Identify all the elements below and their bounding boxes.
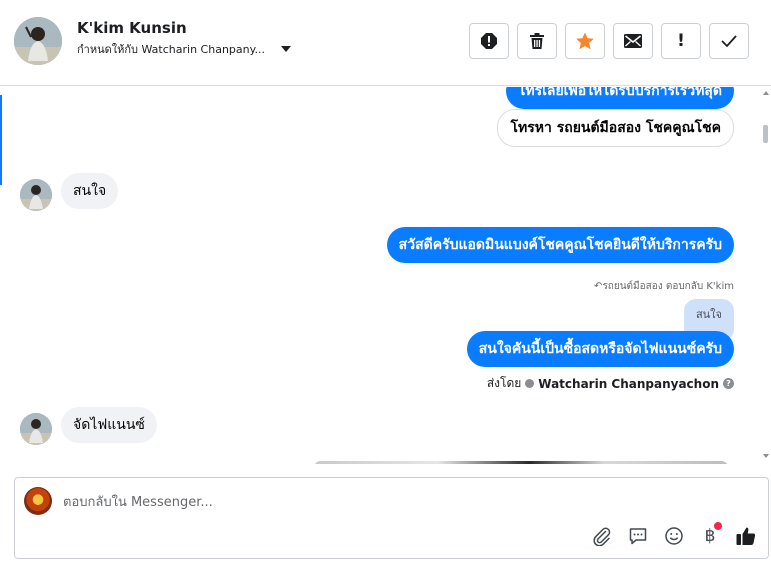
scroll-up-arrow-icon[interactable] — [763, 91, 769, 95]
like-icon — [736, 527, 756, 545]
trash-icon — [530, 33, 544, 49]
contact-name: K'kim Kunsin — [77, 19, 187, 37]
reply-context-text: รถยนต์มือสอง ตอบกลับ K'kim — [602, 281, 734, 292]
notification-dot — [714, 522, 722, 530]
payment-icon: ฿ — [704, 526, 716, 546]
image-attachment[interactable] — [313, 461, 729, 464]
attachment-icon — [593, 527, 611, 546]
outgoing-message[interactable]: โทรเลยเพื่อให้ได้รับบริการเร็วที่สุด — [505, 87, 734, 109]
message-list[interactable]: โทรเลยเพื่อให้ได้รับบริการเร็วที่สุด โทร… — [0, 87, 771, 464]
contact-avatar-small[interactable] — [20, 413, 52, 445]
spam-icon — [481, 33, 497, 49]
reply-input[interactable] — [63, 492, 753, 512]
mark-spam-button[interactable] — [469, 23, 509, 59]
star-button[interactable] — [565, 23, 605, 59]
check-icon — [721, 35, 737, 48]
incoming-message[interactable]: จัดไฟแนนซ์ — [61, 407, 157, 443]
verified-icon — [525, 379, 535, 388]
page-avatar — [24, 487, 52, 515]
exclamation-icon: ! — [677, 31, 685, 51]
selection-indicator — [0, 95, 2, 185]
help-icon[interactable]: ? — [723, 378, 734, 389]
conversation-header: K'kim Kunsin กำหนดให้กับ Watcharin Chanp… — [0, 0, 771, 86]
payment-button[interactable]: ฿ — [698, 522, 722, 548]
composer-actions: ฿ — [590, 522, 758, 548]
delete-button[interactable] — [517, 23, 557, 59]
mark-unread-button[interactable] — [613, 23, 653, 59]
sent-by-agent[interactable]: Watcharin Chanpanyachon — [538, 377, 719, 391]
saved-replies-button[interactable] — [626, 524, 650, 548]
sent-by-line: ส่งโดย Watcharin Chanpanyachon ? — [487, 374, 734, 393]
reply-composer: ฿ — [14, 477, 769, 559]
contact-avatar[interactable] — [14, 17, 62, 65]
saved-reply-icon — [629, 528, 647, 545]
follow-up-button[interactable]: ! — [661, 23, 701, 59]
mark-done-button[interactable] — [709, 23, 749, 59]
call-button[interactable]: โทรหา รถยนต์มือสอง โชคคูณโชค — [497, 109, 734, 147]
mail-icon — [624, 34, 642, 48]
like-button[interactable] — [734, 524, 758, 548]
emoji-button[interactable] — [662, 524, 686, 548]
scroll-thumb[interactable] — [763, 125, 768, 143]
caret-down-icon — [281, 46, 292, 52]
assign-dropdown[interactable]: กำหนดให้กับ Watcharin Chanpany... — [77, 42, 292, 56]
inbox-conversation: K'kim Kunsin กำหนดให้กับ Watcharin Chanp… — [0, 0, 771, 567]
outgoing-message[interactable]: สวัสดีครับแอดมินแบงค์โชคคูณโชคยินดีให้บร… — [386, 227, 734, 263]
attach-button[interactable] — [590, 524, 614, 548]
scroll-down-arrow-icon[interactable] — [763, 454, 769, 458]
reply-context: ↶รถยนต์มือสอง ตอบกลับ K'kim — [594, 279, 734, 294]
sent-by-label: ส่งโดย — [486, 376, 522, 390]
star-icon — [576, 32, 594, 50]
scrollbar[interactable] — [762, 87, 771, 464]
assign-label: กำหนดให้กับ Watcharin Chanpany... — [77, 43, 266, 56]
conversation-toolbar: ! — [469, 23, 749, 59]
incoming-message[interactable]: สนใจ — [61, 173, 119, 209]
contact-avatar-small[interactable] — [20, 179, 52, 211]
outgoing-message[interactable]: สนใจคันนี้เป็นซื้อสดหรือจัดไฟแนนซ์ครับ — [466, 331, 734, 367]
emoji-icon — [665, 527, 683, 545]
